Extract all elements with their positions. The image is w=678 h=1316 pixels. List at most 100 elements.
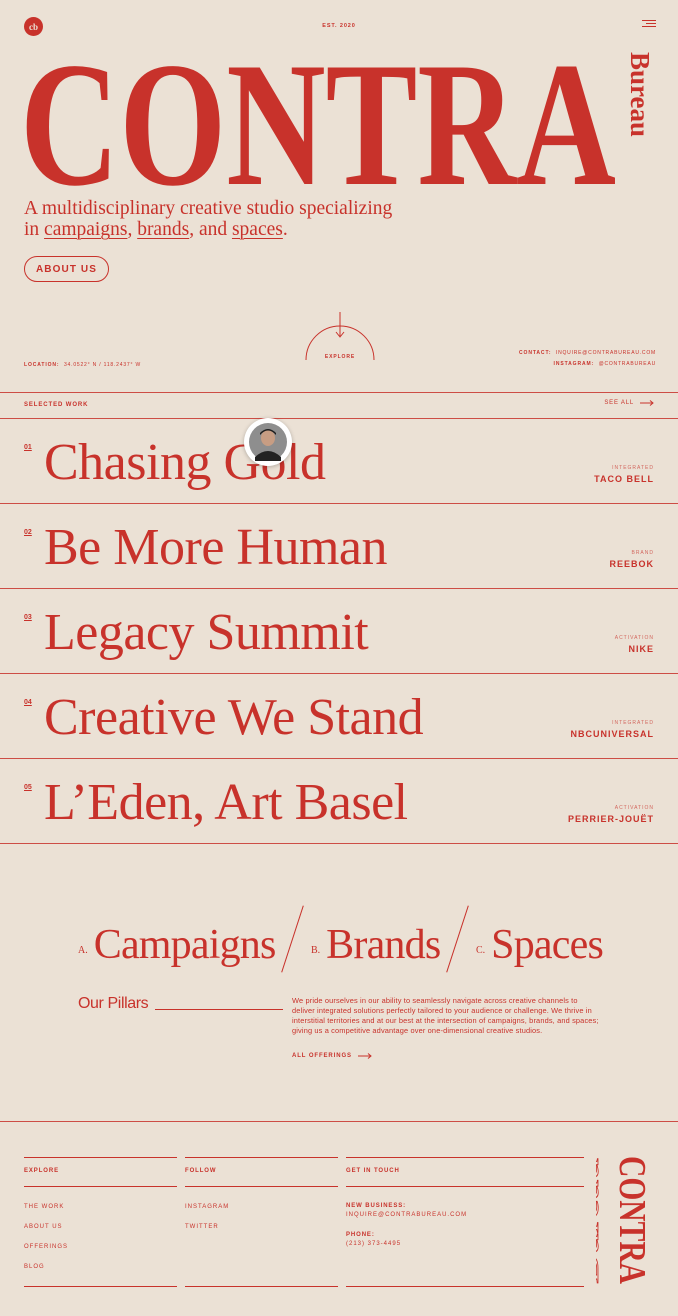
footer-line xyxy=(185,1157,338,1158)
work-title: Legacy Summit xyxy=(44,604,369,661)
work-title: L’Eden, Art Basel xyxy=(44,774,408,831)
work-client: TACO BELL xyxy=(594,474,654,484)
work-category: INTEGRATED xyxy=(612,465,654,471)
instagram-handle-link[interactable]: @CONTRABUREAU xyxy=(599,361,656,367)
contact-info: CONTACT: INQUIRE@CONTRABUREAU.COM INSTAG… xyxy=(519,346,656,368)
work-row[interactable]: 03 Legacy Summit ACTIVATION NIKE xyxy=(0,589,678,673)
work-meta: ACTIVATION NIKE xyxy=(615,635,654,654)
menu-icon[interactable] xyxy=(642,20,656,30)
see-all-link[interactable]: SEE ALL xyxy=(604,400,654,406)
footer-line xyxy=(24,1286,177,1287)
separator-slash xyxy=(281,905,304,973)
campaigns-link[interactable]: campaigns xyxy=(44,219,127,240)
work-title: Be More Human xyxy=(44,519,387,576)
about-us-button[interactable]: ABOUT US xyxy=(24,256,109,282)
work-title: Creative We Stand xyxy=(44,689,424,746)
pillar-spaces[interactable]: C. Spaces xyxy=(476,914,604,968)
work-client: REEBOK xyxy=(609,559,654,569)
pillar-brands[interactable]: B. Brands xyxy=(311,914,441,968)
separator-slash xyxy=(446,905,469,973)
pillar-campaigns[interactable]: A. Campaigns xyxy=(78,914,276,966)
footer-link-about-us[interactable]: ABOUT US xyxy=(24,1224,63,1230)
explore-button[interactable]: EXPLORE xyxy=(305,312,375,361)
work-category: ACTIVATION xyxy=(614,635,654,641)
all-offerings-link[interactable]: ALL OFFERINGS xyxy=(292,1053,372,1059)
work-number: 05 xyxy=(24,784,32,791)
work-row[interactable]: 05 L’Eden, Art Basel ACTIVATION PERRIER-… xyxy=(0,759,678,843)
new-business-label: NEW BUSINESS: xyxy=(346,1203,407,1209)
footer-link-instagram[interactable]: INSTAGRAM xyxy=(185,1204,229,1210)
studio-tagline: A multidisciplinary creative studio spec… xyxy=(24,198,404,240)
our-pillars-heading: Our Pillars xyxy=(78,995,149,1012)
brands-link[interactable]: brands xyxy=(137,219,189,240)
footer-logo-word: CONTRA xyxy=(611,1156,653,1284)
pillar-letter: B. xyxy=(311,945,321,956)
contact-label: CONTACT: xyxy=(519,350,552,356)
contra-wordmark: CONTRA Bureau xyxy=(20,48,654,196)
pillar-letter: A. xyxy=(78,945,88,956)
work-client: NIKE xyxy=(628,644,654,654)
work-row[interactable]: 04 Creative We Stand INTEGRATED NBCUNIVE… xyxy=(0,674,678,758)
footer-line xyxy=(346,1157,584,1158)
wordmark-side-text: Bureau xyxy=(625,52,654,137)
explore-arc-icon xyxy=(305,312,375,361)
work-category: BRAND xyxy=(631,550,654,556)
pillar-label: Campaigns xyxy=(93,922,277,968)
work-meta: ACTIVATION PERRIER-JOUËT xyxy=(568,805,654,824)
phone-number-link[interactable]: (213) 373-4495 xyxy=(346,1241,401,1247)
see-all-label: SEE ALL xyxy=(604,400,634,406)
arrow-right-icon xyxy=(640,400,654,406)
instagram-label: INSTAGRAM: xyxy=(553,361,595,367)
work-number: 04 xyxy=(24,699,32,706)
work-category: INTEGRATED xyxy=(612,720,654,726)
footer-contact-heading: GET IN TOUCH xyxy=(346,1168,400,1174)
work-row[interactable]: 01 Chasing Gold INTEGRATED TACO BELL xyxy=(0,419,678,503)
work-row[interactable]: 02 Be More Human BRAND REEBOK xyxy=(0,504,678,588)
pillars-heading-line xyxy=(155,1009,283,1010)
footer-line xyxy=(346,1286,584,1287)
footer-line xyxy=(185,1286,338,1287)
location-label: LOCATION: xyxy=(24,362,60,368)
work-meta: INTEGRATED TACO BELL xyxy=(594,465,654,484)
divider xyxy=(0,843,678,844)
work-category: ACTIVATION xyxy=(614,805,654,811)
location-info: LOCATION: 34.0522° N / 118.2437° W xyxy=(24,353,141,371)
all-offerings-label: ALL OFFERINGS xyxy=(292,1053,352,1059)
footer-line xyxy=(346,1186,584,1187)
footer-logo-side: Bureau xyxy=(596,1158,605,1284)
footer-link-blog[interactable]: BLOG xyxy=(24,1264,45,1270)
divider xyxy=(0,392,678,393)
footer-contra-logo: CONTRA Bureau xyxy=(596,1156,653,1284)
footer-link-offerings[interactable]: OFFERINGS xyxy=(24,1244,68,1250)
pillar-label: Brands xyxy=(326,922,441,968)
footer-link-twitter[interactable]: TWITTER xyxy=(185,1224,219,1230)
new-business-email-link[interactable]: INQUIRE@CONTRABUREAU.COM xyxy=(346,1212,467,1218)
selected-work-heading: SELECTED WORK xyxy=(24,402,89,408)
tagline-sep-1: , xyxy=(127,219,138,240)
hover-avatar xyxy=(244,418,292,466)
wordmark-text: CONTRA xyxy=(20,48,616,196)
tagline-suffix: . xyxy=(282,219,288,240)
footer-line xyxy=(24,1186,177,1187)
work-meta: BRAND REEBOK xyxy=(609,550,654,569)
work-client: NBCUNIVERSAL xyxy=(570,729,654,739)
arrow-right-icon xyxy=(357,1053,372,1059)
work-number: 03 xyxy=(24,614,32,621)
location-value: 34.0522° N / 118.2437° W xyxy=(63,362,142,368)
work-client: PERRIER-JOUËT xyxy=(567,814,654,824)
pillars-description: We pride ourselves in our ability to sea… xyxy=(292,996,599,1035)
footer-link-the-work[interactable]: THE WORK xyxy=(24,1204,64,1210)
work-number: 02 xyxy=(24,529,32,536)
footer-explore-heading: EXPLORE xyxy=(24,1168,59,1174)
pillar-letter: C. xyxy=(476,945,486,956)
pillar-label: Spaces xyxy=(491,922,604,968)
person-avatar-icon xyxy=(249,423,287,461)
explore-label: EXPLORE xyxy=(324,354,356,360)
footer-follow-heading: FOLLOW xyxy=(185,1168,217,1174)
footer-line xyxy=(185,1186,338,1187)
footer-line xyxy=(24,1157,177,1158)
est-label: EST. 2020 xyxy=(322,23,356,29)
contact-email-link[interactable]: INQUIRE@CONTRABUREAU.COM xyxy=(556,350,656,356)
phone-label: PHONE: xyxy=(346,1232,375,1238)
spaces-link[interactable]: spaces xyxy=(232,219,283,240)
